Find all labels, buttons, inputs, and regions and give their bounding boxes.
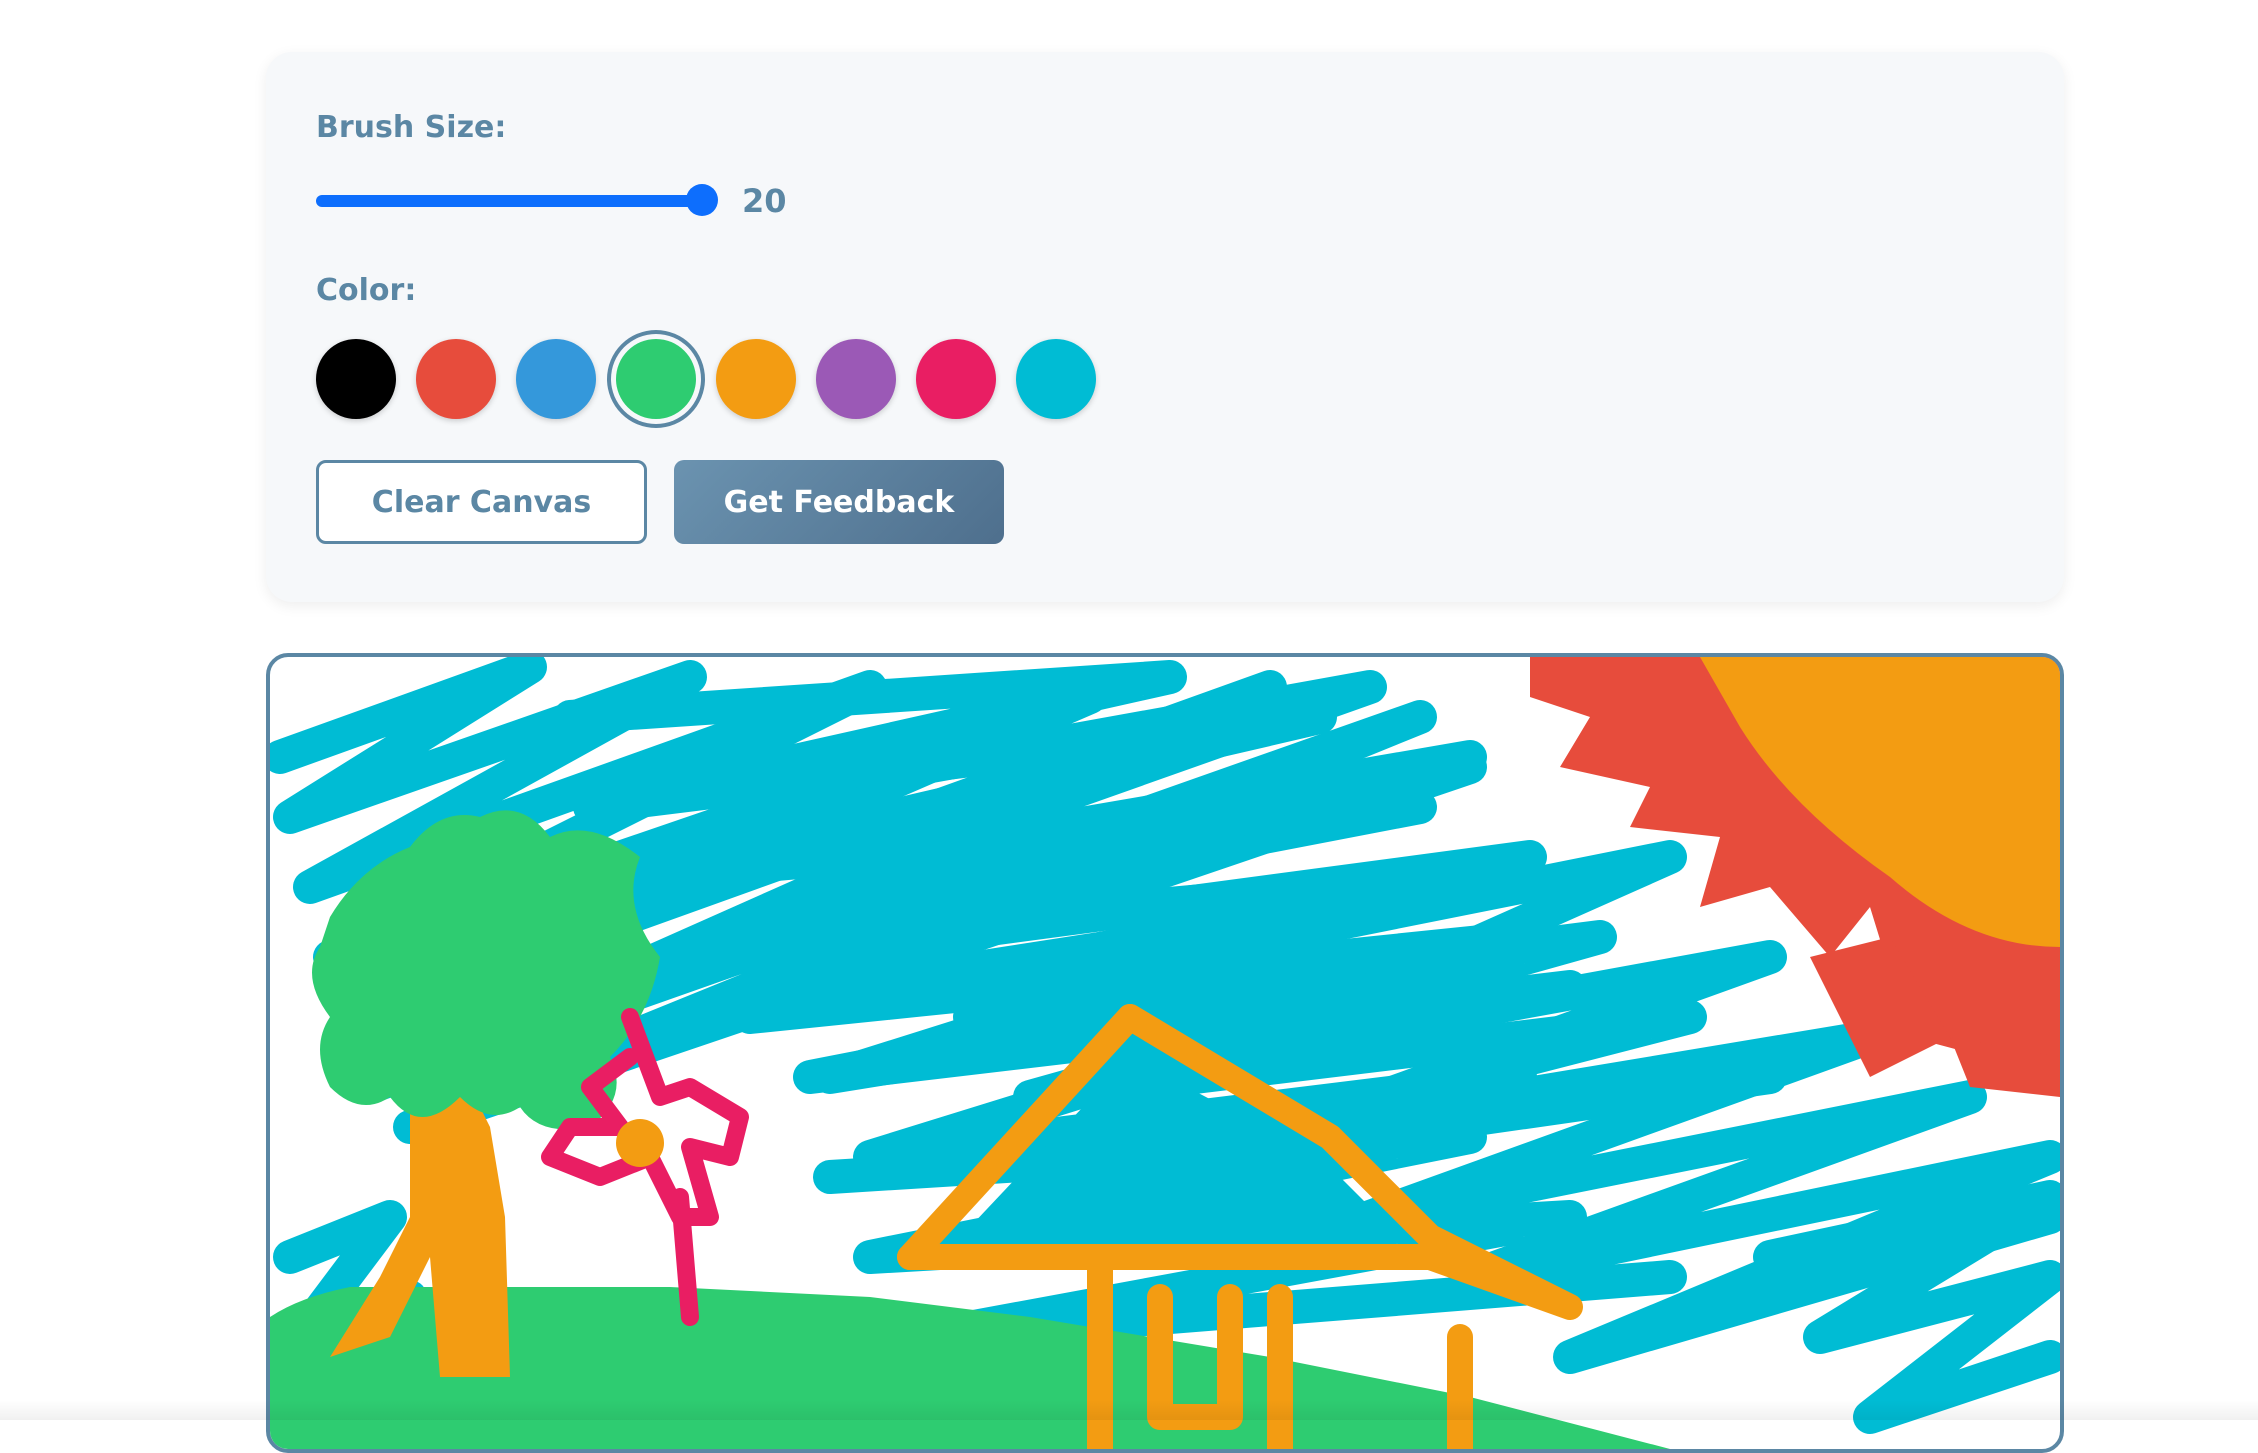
controls-panel: Brush Size: 20 Color: Clear Canvas Get F… xyxy=(266,52,2064,602)
clear-canvas-button[interactable]: Clear Canvas xyxy=(316,460,647,544)
slider-thumb[interactable] xyxy=(686,184,718,216)
drawing-canvas[interactable] xyxy=(266,653,2064,1453)
color-swatch-blue[interactable] xyxy=(516,339,596,419)
color-swatch-purple[interactable] xyxy=(816,339,896,419)
color-swatch-black[interactable] xyxy=(316,339,396,419)
page-edge-shadow xyxy=(0,1400,2258,1420)
slider-track xyxy=(316,195,702,207)
color-swatch-pink[interactable] xyxy=(916,339,996,419)
brush-size-slider[interactable] xyxy=(316,184,718,218)
color-swatch-red[interactable] xyxy=(416,339,496,419)
color-swatch-green[interactable] xyxy=(616,339,696,419)
color-swatch-orange[interactable] xyxy=(716,339,796,419)
get-feedback-button[interactable]: Get Feedback xyxy=(674,460,1004,544)
drawing-artwork xyxy=(270,657,2060,1449)
color-swatch-cyan[interactable] xyxy=(1016,339,1096,419)
color-label: Color: xyxy=(316,273,417,308)
brush-size-value: 20 xyxy=(742,182,787,220)
brush-size-label: Brush Size: xyxy=(316,110,507,145)
